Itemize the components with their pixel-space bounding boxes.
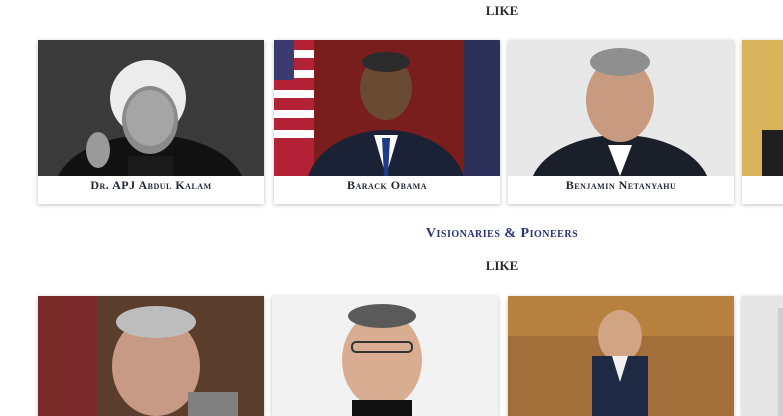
caption-kalam: Dr. APJ Abdul Kalam: [90, 178, 212, 192]
visionaries-row: [38, 296, 783, 416]
caption-netanyahu: Benjamin Netanyahu: [565, 178, 677, 192]
person-card-kalam[interactable]: Dr. APJ Abdul Kalam: [38, 40, 264, 204]
person-card-partial[interactable]: [742, 40, 783, 204]
person-card-row2-4[interactable]: [742, 296, 783, 416]
person-card-row2-2[interactable]: [272, 296, 498, 416]
person-card-obama[interactable]: Barack Obama: [274, 40, 500, 204]
portrait-row2-2: [272, 296, 498, 416]
portrait-row2-4: [742, 296, 783, 416]
person-card-netanyahu[interactable]: Benjamin Netanyahu: [508, 40, 734, 204]
leaders-row: Dr. APJ Abdul Kalam Barack Obama Benjami…: [38, 40, 783, 210]
portrait-row2-3: [508, 296, 734, 416]
person-card-row2-1[interactable]: [38, 296, 264, 416]
portrait-netanyahu: [508, 40, 734, 176]
like-label-top: LIKE: [485, 3, 519, 18]
portrait-obama: [274, 40, 500, 176]
section-title-visionaries: Visionaries & Pioneers: [425, 226, 579, 241]
portrait-kalam: [38, 40, 264, 176]
like-label-mid: LIKE: [485, 258, 519, 273]
caption-obama: Barack Obama: [346, 178, 428, 192]
person-card-row2-3[interactable]: [508, 296, 734, 416]
portrait-row2-1: [38, 296, 264, 416]
portrait-partial: [742, 40, 783, 176]
